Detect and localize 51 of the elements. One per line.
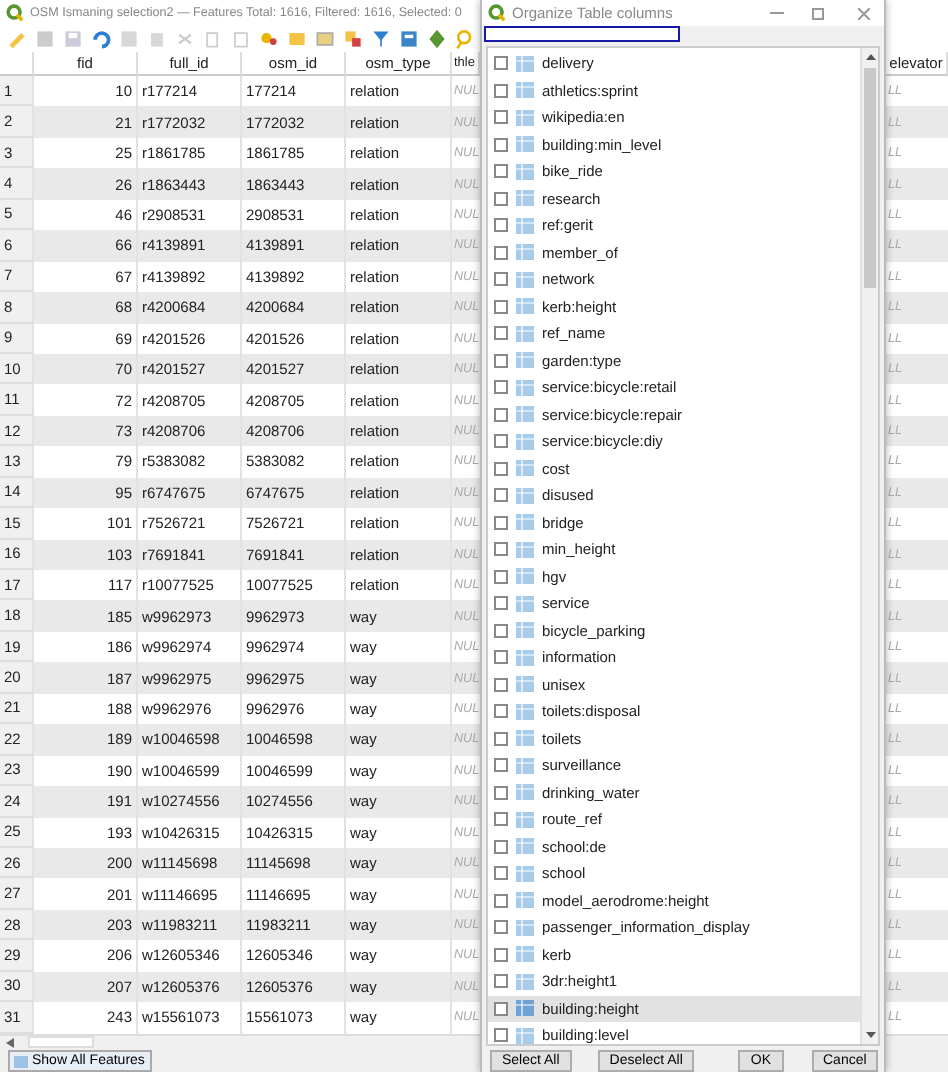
checkbox[interactable] bbox=[494, 272, 508, 287]
scrollbar-thumb[interactable] bbox=[864, 68, 876, 288]
checkbox[interactable] bbox=[494, 947, 508, 962]
checkbox[interactable] bbox=[494, 623, 508, 638]
checkbox[interactable] bbox=[494, 56, 508, 71]
checkbox[interactable] bbox=[494, 704, 508, 719]
checkbox[interactable] bbox=[494, 110, 508, 125]
checkbox[interactable] bbox=[494, 893, 508, 908]
checkbox[interactable] bbox=[494, 191, 508, 206]
checkbox[interactable] bbox=[494, 488, 508, 503]
checkbox[interactable] bbox=[494, 1028, 508, 1043]
checkbox[interactable] bbox=[494, 974, 508, 989]
checkbox[interactable] bbox=[494, 812, 508, 827]
checkbox[interactable] bbox=[494, 434, 508, 449]
scroll-down-icon[interactable] bbox=[865, 1032, 875, 1038]
checkbox[interactable] bbox=[494, 542, 508, 557]
scroll-left-icon[interactable] bbox=[6, 1037, 14, 1048]
move-selection-icon[interactable] bbox=[342, 27, 364, 49]
checkbox[interactable] bbox=[494, 1001, 508, 1016]
checkbox[interactable] bbox=[494, 839, 508, 854]
search-field[interactable] bbox=[484, 26, 680, 42]
checkbox[interactable] bbox=[494, 650, 508, 665]
zoom-icon[interactable] bbox=[454, 27, 476, 49]
checkbox[interactable] bbox=[494, 461, 508, 476]
checkbox[interactable] bbox=[494, 569, 508, 584]
scrollbar-thumb[interactable] bbox=[28, 1036, 94, 1049]
checkbox[interactable] bbox=[494, 785, 508, 800]
checkbox[interactable] bbox=[494, 866, 508, 881]
checkbox[interactable] bbox=[494, 218, 508, 233]
refresh-icon[interactable] bbox=[90, 27, 112, 49]
app-logo-icon bbox=[6, 3, 24, 21]
checkbox[interactable] bbox=[494, 407, 508, 422]
app-logo-icon bbox=[488, 4, 506, 22]
checkbox[interactable] bbox=[494, 920, 508, 935]
checkbox[interactable] bbox=[494, 137, 508, 152]
checkbox[interactable] bbox=[494, 326, 508, 341]
checkbox[interactable] bbox=[494, 758, 508, 773]
checkbox[interactable] bbox=[494, 83, 508, 98]
checkbox[interactable] bbox=[494, 596, 508, 611]
checkbox[interactable] bbox=[494, 380, 508, 395]
checkbox[interactable] bbox=[494, 164, 508, 179]
checkbox[interactable] bbox=[494, 731, 508, 746]
checkbox[interactable] bbox=[494, 299, 508, 314]
close-icon[interactable] bbox=[858, 7, 870, 19]
checkbox[interactable] bbox=[494, 677, 508, 692]
checkbox[interactable] bbox=[494, 353, 508, 368]
maximize-icon[interactable] bbox=[812, 7, 824, 19]
checkbox[interactable] bbox=[494, 245, 508, 260]
checkbox[interactable] bbox=[494, 515, 508, 530]
select-icon[interactable] bbox=[314, 27, 336, 49]
expression-icon[interactable] bbox=[258, 27, 280, 49]
